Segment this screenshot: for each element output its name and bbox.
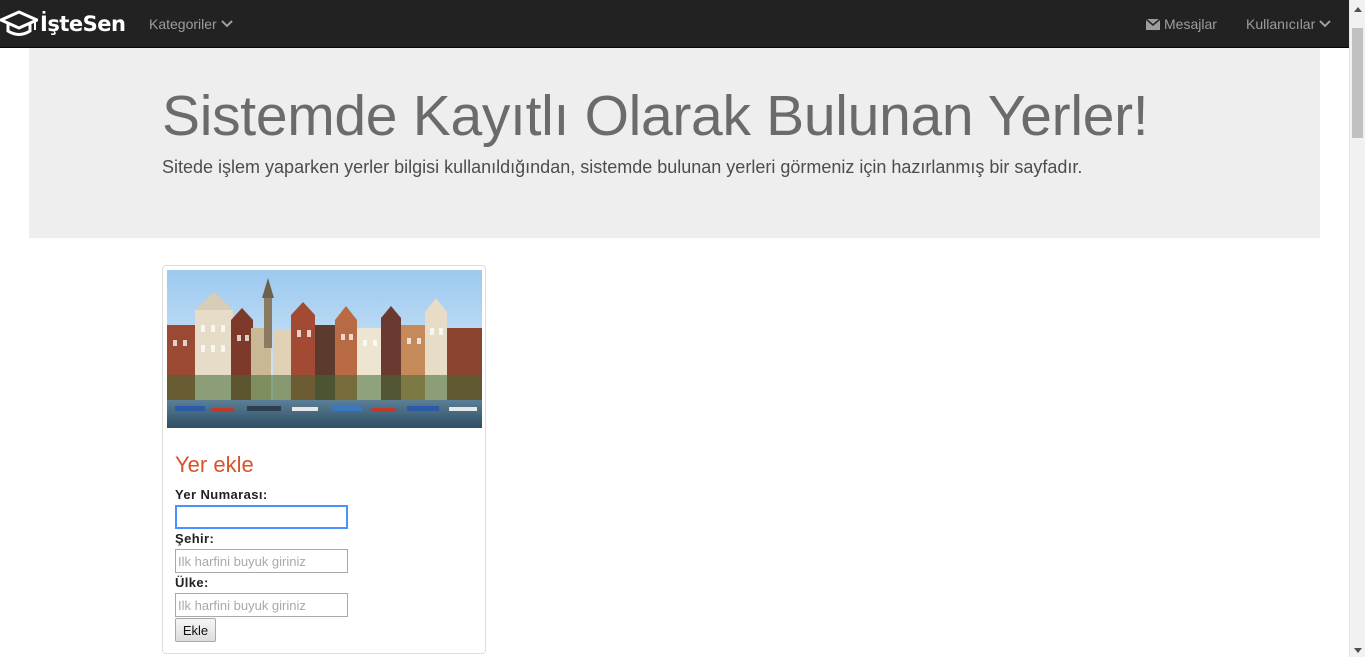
country-label: Ülke: <box>175 575 209 590</box>
scroll-up-arrow-icon[interactable] <box>1353 4 1363 14</box>
jumbotron: Sistemde Kayıtlı Olarak Bulunan Yerler! … <box>29 48 1320 238</box>
brand-name: İşteSen <box>40 12 126 36</box>
graduation-cap-icon <box>0 10 38 36</box>
page-title: Sistemde Kayıtlı Olarak Bulunan Yerler! <box>162 84 1149 148</box>
vertical-scrollbar[interactable] <box>1349 0 1365 657</box>
brand-logo[interactable]: İşteSen <box>0 6 126 42</box>
chevron-down-icon <box>220 20 233 28</box>
city-input[interactable] <box>175 549 348 573</box>
envelope-icon <box>1146 18 1160 30</box>
nav-messages-link[interactable]: Mesajlar <box>1146 0 1217 48</box>
add-place-card: Yer ekle Yer Numarası: Şehir: Ülke: Ekle <box>162 265 486 654</box>
place-number-input[interactable] <box>175 505 348 529</box>
country-input[interactable] <box>175 593 348 617</box>
scrollbar-thumb[interactable] <box>1352 28 1363 138</box>
top-navbar: İşteSen Kategoriler Mesajlar Kullanıcıla… <box>0 0 1349 48</box>
nav-users-dropdown[interactable]: Kullanıcılar <box>1246 0 1331 48</box>
place-number-label: Yer Numarası: <box>175 487 268 502</box>
nav-messages-label: Mesajlar <box>1164 16 1217 32</box>
add-place-button[interactable]: Ekle <box>175 618 216 642</box>
nav-categories-dropdown[interactable]: Kategoriler <box>149 0 233 48</box>
add-place-title: Yer ekle <box>175 452 254 477</box>
page-subtitle: Sitede işlem yaparken yerler bilgisi kul… <box>162 157 1083 177</box>
scroll-down-arrow-icon[interactable] <box>1353 645 1363 655</box>
nav-categories-label: Kategoriler <box>149 16 217 32</box>
city-label: Şehir: <box>175 531 215 546</box>
city-canal-photo <box>167 270 482 428</box>
nav-users-label: Kullanıcılar <box>1246 16 1316 32</box>
chevron-down-icon <box>1319 20 1331 28</box>
